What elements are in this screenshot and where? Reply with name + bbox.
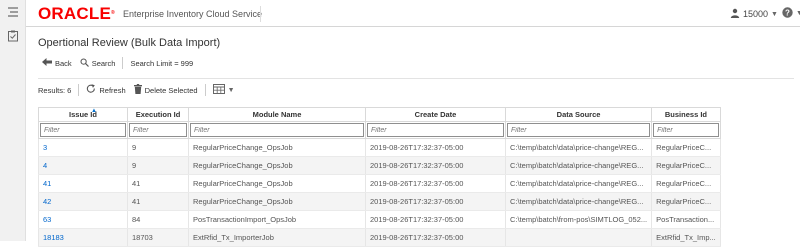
back-button[interactable]: Back <box>38 56 76 70</box>
svg-text:?: ? <box>785 8 790 17</box>
issue-id-filter-input[interactable] <box>40 123 126 137</box>
business-id-cell: RegularPriceC... <box>651 192 721 211</box>
back-arrow-icon <box>42 58 52 68</box>
create-date-cell: 2019-08-26T17:32:37-05:00 <box>365 156 506 175</box>
create-date-cell: 2019-08-26T17:32:37-05:00 <box>365 228 506 247</box>
import-results-table: ▲ Issue Id Execution Id Module Name Crea… <box>38 107 721 247</box>
module-name-cell: PosTransactionImport_OpsJob <box>188 210 366 229</box>
header-divider <box>260 6 261 22</box>
left-nav-bar <box>0 0 26 241</box>
create-date-cell: 2019-08-26T17:32:37-05:00 <box>365 192 506 211</box>
table-row[interactable]: 42 41 RegularPriceChange_OpsJob 2019-08-… <box>38 192 721 211</box>
issue-id-link[interactable]: 63 <box>43 215 51 224</box>
app-title: Enterprise Inventory Cloud Service <box>123 9 263 19</box>
table-row[interactable]: 4 9 RegularPriceChange_OpsJob 2019-08-26… <box>38 156 721 175</box>
user-icon <box>730 8 740 20</box>
business-id-cell: ExtRfid_Tx_Imp... <box>651 228 721 247</box>
back-label: Back <box>55 58 72 68</box>
execution-id-cell: 41 <box>127 192 189 211</box>
data-source-cell: C:\temp\batch\from-pos\SIMTLOG_052... <box>504 210 653 229</box>
tasks-icon[interactable] <box>7 30 19 42</box>
create-date-cell: 2019-08-26T17:32:37-05:00 <box>365 138 506 157</box>
refresh-label: Refresh <box>99 85 126 95</box>
help-menu[interactable]: ? ▼ <box>782 7 800 20</box>
module-name-cell: RegularPriceChange_OpsJob <box>188 156 366 175</box>
column-header-business-id[interactable]: Business Id <box>651 107 721 122</box>
data-source-cell <box>504 228 653 247</box>
trash-icon <box>133 84 142 96</box>
table-columns-icon <box>212 84 225 96</box>
column-header-issue-id[interactable]: ▲ Issue Id <box>38 107 128 122</box>
delete-selected-label: Delete Selected <box>144 85 198 95</box>
module-name-cell: ExtRfid_Tx_ImporterJob <box>188 228 366 247</box>
results-count: Results: 6 <box>38 85 72 95</box>
refresh-icon <box>86 84 96 96</box>
user-menu[interactable]: 15000 ▼ <box>730 8 778 20</box>
execution-id-cell: 9 <box>127 138 189 157</box>
column-header-create-date[interactable]: Create Date <box>365 107 506 122</box>
execution-id-cell: 9 <box>127 156 189 175</box>
search-button[interactable]: Search <box>76 56 120 70</box>
table-row[interactable]: 18183 18703 ExtRfid_Tx_ImporterJob 2019-… <box>38 228 721 247</box>
search-label: Search <box>91 58 116 68</box>
delete-selected-button[interactable]: Delete Selected <box>130 83 202 97</box>
page-toolbar: Back Search Search Limit = 999 <box>38 56 197 70</box>
chevron-down-icon: ▼ <box>771 10 778 18</box>
menu-icon[interactable] <box>7 6 19 18</box>
table-body: 3 9 RegularPriceChange_OpsJob 2019-08-26… <box>38 138 721 247</box>
execution-id-cell: 18703 <box>127 228 189 247</box>
table-row[interactable]: 63 84 PosTransactionImport_OpsJob 2019-0… <box>38 210 721 229</box>
business-id-cell: RegularPriceC... <box>651 174 721 193</box>
business-id-cell: PosTransaction... <box>651 210 721 229</box>
issue-id-link[interactable]: 41 <box>43 179 51 188</box>
module-name-cell: RegularPriceChange_OpsJob <box>188 174 366 193</box>
help-icon: ? <box>782 7 793 20</box>
business-id-filter-input[interactable] <box>653 123 719 137</box>
issue-id-link[interactable]: 42 <box>43 197 51 206</box>
business-id-cell: RegularPriceC... <box>651 156 721 175</box>
toolbar-divider <box>78 84 80 96</box>
create-date-filter-input[interactable] <box>367 123 504 137</box>
create-date-cell: 2019-08-26T17:32:37-05:00 <box>365 174 506 193</box>
data-source-filter-input[interactable] <box>507 123 651 137</box>
issue-id-link[interactable]: 3 <box>43 143 47 152</box>
business-id-cell: RegularPriceC... <box>651 138 721 157</box>
search-limit-text: Search Limit = 999 <box>130 58 194 68</box>
table-row[interactable]: 3 9 RegularPriceChange_OpsJob 2019-08-26… <box>38 138 721 157</box>
create-date-cell: 2019-08-26T17:32:37-05:00 <box>365 210 506 229</box>
module-name-filter-input[interactable] <box>190 123 364 137</box>
chevron-down-icon: ▼ <box>227 86 235 94</box>
chevron-down-icon: ▼ <box>796 10 800 17</box>
module-name-cell: RegularPriceChange_OpsJob <box>188 138 366 157</box>
data-source-cell: C:\temp\batch\data\price-change\REG... <box>504 138 653 157</box>
column-header-execution-id[interactable]: Execution Id <box>127 107 189 122</box>
refresh-button[interactable]: Refresh <box>82 83 129 97</box>
sort-ascending-icon: ▲ <box>91 108 97 115</box>
user-label: 15000 <box>743 9 769 19</box>
execution-id-filter-input[interactable] <box>129 123 187 137</box>
execution-id-cell: 84 <box>127 210 189 229</box>
section-divider <box>38 78 794 79</box>
data-source-cell: C:\temp\batch\data\price-change\REG... <box>504 192 653 211</box>
module-name-cell: RegularPriceChange_OpsJob <box>188 192 366 211</box>
search-icon <box>80 58 89 69</box>
table-header-row: ▲ Issue Id Execution Id Module Name Crea… <box>38 107 721 122</box>
data-source-cell: C:\temp\batch\data\price-change\REG... <box>504 156 653 175</box>
top-header: ORACLE® Enterprise Inventory Cloud Servi… <box>26 0 800 27</box>
column-header-data-source[interactable]: Data Source <box>504 107 653 122</box>
toolbar-divider <box>204 84 206 96</box>
issue-id-link[interactable]: 4 <box>43 161 47 170</box>
execution-id-cell: 41 <box>127 174 189 193</box>
page-title: Opertional Review (Bulk Data Import) <box>38 37 221 49</box>
columns-menu-button[interactable]: ▼ <box>209 83 239 97</box>
table-toolbar: Results: 6 Refresh Delete Selected ▼ <box>38 84 239 96</box>
oracle-logo[interactable]: ORACLE® <box>38 5 115 22</box>
column-header-module-name[interactable]: Module Name <box>188 107 366 122</box>
data-source-cell: C:\temp\batch\data\price-change\REG... <box>504 174 653 193</box>
filter-row <box>38 121 721 139</box>
toolbar-divider <box>122 57 124 69</box>
table-row[interactable]: 41 41 RegularPriceChange_OpsJob 2019-08-… <box>38 174 721 193</box>
